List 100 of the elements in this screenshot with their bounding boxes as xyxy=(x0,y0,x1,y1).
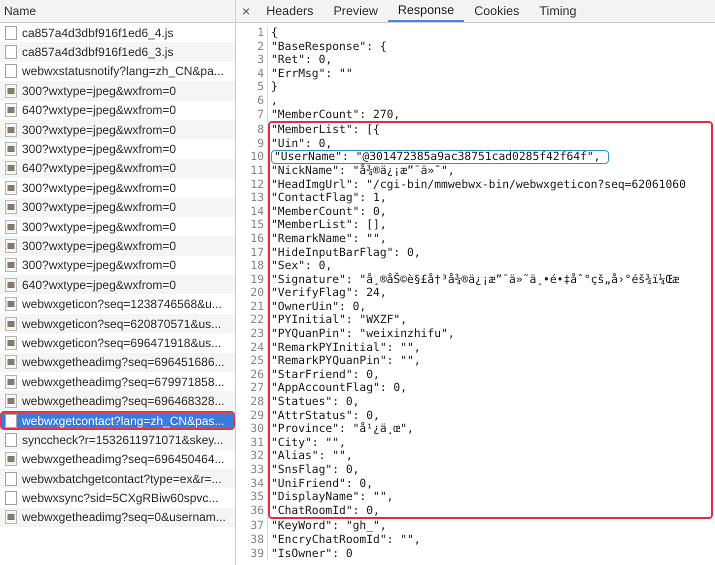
line-number: 2 xyxy=(256,40,265,54)
code-line: "Sex": 0, xyxy=(271,259,332,273)
thumbnail-icon xyxy=(5,84,17,98)
code-line: "PYQuanPin": "weixinzhifu", xyxy=(271,327,455,341)
thumbnail-icon xyxy=(5,200,17,214)
line-number: 8 xyxy=(256,123,265,137)
request-row[interactable]: webwxbatchgetcontact?type=ex&r=... xyxy=(0,468,235,488)
tab[interactable]: Timing xyxy=(529,0,586,22)
tab[interactable]: Response xyxy=(388,0,464,22)
code-line: "Ret": 0, xyxy=(271,53,332,67)
line-number: 26 xyxy=(249,368,265,382)
request-name: ca857a4d3dbf916f1ed6_3.js xyxy=(22,45,174,60)
line-number: 12 xyxy=(249,178,265,192)
code-line: "AttrStatus": 0, xyxy=(271,408,380,422)
document-icon xyxy=(5,491,17,506)
tab[interactable]: Headers xyxy=(256,0,324,22)
request-row[interactable]: 640?wxtype=jpeg&wxfrom=0 xyxy=(0,100,235,120)
request-name: 300?wxtype=jpeg&wxfrom=0 xyxy=(22,122,176,137)
request-name: 300?wxtype=jpeg&wxfrom=0 xyxy=(22,238,176,253)
line-number: 31 xyxy=(249,436,265,450)
code-line: "MemberCount": 0, xyxy=(271,204,387,218)
thumbnail-icon xyxy=(5,220,17,234)
request-name: 640?wxtype=jpeg&wxfrom=0 xyxy=(22,103,176,118)
code-line: "KeyWord": "gh_", xyxy=(271,519,387,533)
line-number: 14 xyxy=(249,204,265,218)
request-name: webwxgetheadimg?seq=679971858... xyxy=(22,374,224,389)
request-row[interactable]: 640?wxtype=jpeg&wxfrom=0 xyxy=(0,158,235,178)
line-number: 30 xyxy=(249,422,265,436)
line-number: 34 xyxy=(249,476,265,490)
thumbnail-icon xyxy=(5,510,17,524)
request-row[interactable]: ca857a4d3dbf916f1ed6_4.js xyxy=(0,23,235,42)
request-name: 300?wxtype=jpeg&wxfrom=0 xyxy=(22,84,176,98)
line-number: 6 xyxy=(256,94,265,108)
code-line: "StarFriend": 0, xyxy=(271,368,380,382)
line-number: 23 xyxy=(249,327,265,341)
thumbnail-icon xyxy=(5,394,17,408)
request-name: 300?wxtype=jpeg&wxfrom=0 xyxy=(22,258,176,272)
code-line: "City": "", xyxy=(271,436,346,450)
code-line: "AppAccountFlag": 0, xyxy=(271,381,408,396)
code-line: "MemberList": [], xyxy=(271,218,387,232)
code-line: "NickName": "å¾®ä¿¡æ”¯ä»˜", xyxy=(271,164,455,178)
thumbnail-icon xyxy=(5,180,17,195)
line-number: 36 xyxy=(249,504,265,518)
request-name: 300?wxtype=jpeg&wxfrom=0 xyxy=(22,220,176,234)
request-row[interactable]: webwxgetcontact?lang=zh_CN&pas... xyxy=(2,412,233,428)
thumbnail-icon xyxy=(5,297,17,312)
code-line: "Statues": 0, xyxy=(271,395,360,409)
tab[interactable]: Cookies xyxy=(464,0,530,22)
request-name: webwxsync?sid=5CXgRBiw60spvc... xyxy=(22,491,218,506)
request-row[interactable]: 300?wxtype=jpeg&wxfrom=0 xyxy=(0,236,235,256)
request-row[interactable]: webwxgetheadimg?seq=696468328... xyxy=(0,391,235,411)
line-number: 7 xyxy=(256,108,265,122)
tab[interactable]: Preview xyxy=(323,0,388,22)
line-number: 27 xyxy=(249,381,265,396)
document-icon xyxy=(5,432,17,447)
code-line: "EncryChatRoomId": "", xyxy=(271,532,421,547)
request-row[interactable]: webwxgeticon?seq=620870571&us... xyxy=(0,314,235,334)
line-number: 1 xyxy=(256,26,265,40)
thumbnail-icon xyxy=(5,336,17,350)
request-row[interactable]: 640?wxtype=jpeg&wxfrom=0 xyxy=(0,275,235,294)
request-row[interactable]: 300?wxtype=jpeg&wxfrom=0 xyxy=(0,81,235,101)
request-name: webwxstatusnotify?lang=zh_CN&pa... xyxy=(22,64,224,78)
request-name: webwxgetheadimg?seq=696451686... xyxy=(22,355,224,370)
code-line: "UserName": "@301472385a9ac38751cad0285f42f64f", xyxy=(274,150,600,164)
request-name: 300?wxtype=jpeg&wxfrom=0 xyxy=(22,180,176,195)
code-line: "PYInitial": "WXZF", xyxy=(271,313,408,328)
line-number: 10 xyxy=(249,150,265,164)
line-number: 9 xyxy=(256,136,265,150)
code-line: "RemarkPYInitial": "", xyxy=(271,340,421,354)
request-row[interactable]: webwxgetheadimg?seq=696451686... xyxy=(0,352,235,372)
code-line: "HideInputBarFlag": 0, xyxy=(271,246,421,260)
thumbnail-icon xyxy=(5,142,17,156)
line-number: 18 xyxy=(249,259,265,273)
thumbnail-icon xyxy=(5,238,17,253)
request-row[interactable]: ca857a4d3dbf916f1ed6_3.js xyxy=(0,42,235,62)
thumbnail-icon xyxy=(5,278,17,292)
line-number: 37 xyxy=(249,519,265,533)
request-row[interactable]: synccheck?r=1532611971071&skey... xyxy=(0,430,235,450)
line-number: 28 xyxy=(249,395,265,409)
code-line: "BaseResponse": { xyxy=(271,40,387,54)
request-name: synccheck?r=1532611971071&skey... xyxy=(22,432,224,447)
request-row[interactable]: 300?wxtype=jpeg&wxfrom=0 xyxy=(0,120,235,140)
request-name: 300?wxtype=jpeg&wxfrom=0 xyxy=(22,200,176,214)
line-number: 19 xyxy=(249,272,265,286)
line-number: 33 xyxy=(249,463,265,477)
request-row[interactable]: 300?wxtype=jpeg&wxfrom=0 xyxy=(0,198,235,217)
request-row[interactable]: webwxgetheadimg?seq=696450464... xyxy=(0,450,235,469)
request-name: webwxbatchgetcontact?type=ex&r=... xyxy=(22,472,222,486)
code-line: "MemberCount": 270, xyxy=(271,108,400,122)
request-row[interactable]: webwxgetheadimg?seq=679971858... xyxy=(0,372,235,392)
column-header[interactable]: Name xyxy=(0,0,235,23)
line-number: 21 xyxy=(249,300,265,314)
request-name: webwxgetheadimg?seq=696468328... xyxy=(22,394,224,408)
close-button[interactable]: × xyxy=(236,0,256,22)
request-name: 300?wxtype=jpeg&wxfrom=0 xyxy=(22,142,176,156)
line-number: 5 xyxy=(256,80,265,94)
request-row[interactable]: webwxgetheadimg?seq=0&usernam... xyxy=(0,508,235,528)
document-icon xyxy=(5,26,17,40)
code-line: "ContactFlag": 1, xyxy=(271,191,387,205)
request-name: 640?wxtype=jpeg&wxfrom=0 xyxy=(22,161,176,176)
